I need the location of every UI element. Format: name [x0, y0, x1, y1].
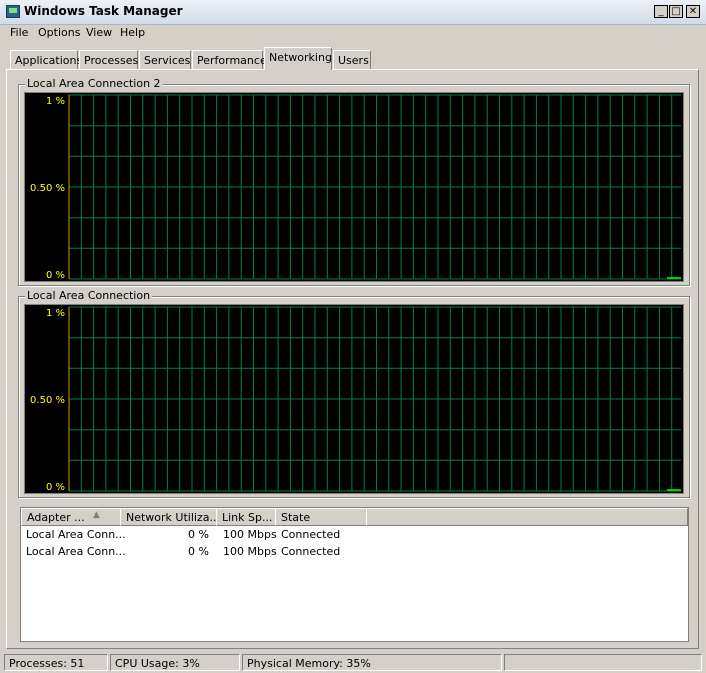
adapter-list[interactable]: Adapter ... ▲ Network Utiliza... Link Sp… — [20, 507, 689, 642]
menu-file[interactable]: File — [10, 26, 28, 39]
network-graph-connection-2: 1 % 0.50 % 0 % — [24, 92, 684, 282]
tab-networking[interactable]: Networking — [264, 47, 332, 70]
column-header-network-utilization[interactable]: Network Utiliza... — [120, 508, 217, 526]
y-axis-label: 1 % — [46, 308, 65, 319]
link-speed-cell: 100 Mbps — [223, 545, 277, 558]
menu-options[interactable]: Options — [38, 26, 80, 39]
tab-applications[interactable]: Applications — [10, 50, 82, 69]
menu-bar: File Options View Help — [0, 24, 706, 44]
column-header-link-speed[interactable]: Link Sp... — [216, 508, 276, 526]
status-bar: Processes: 51 CPU Usage: 3% Physical Mem… — [0, 652, 706, 673]
network-graph-connection: 1 % 0.50 % 0 % — [24, 304, 684, 494]
window-title: Windows Task Manager — [24, 4, 183, 18]
close-button[interactable]: ✕ — [686, 5, 700, 18]
utilization-cell: 0 % — [188, 528, 209, 541]
column-label-adapter: Adapter ... — [27, 511, 85, 524]
y-axis-label: 1 % — [46, 96, 65, 107]
sort-ascending-icon: ▲ — [93, 510, 100, 520]
y-axis-label: 0.50 % — [30, 395, 65, 406]
state-cell: Connected — [281, 528, 341, 541]
column-header-adapter[interactable]: Adapter ... ▲ — [21, 508, 121, 526]
maximize-button[interactable]: □ — [669, 5, 683, 18]
menu-help[interactable]: Help — [120, 26, 145, 39]
status-cpu-usage: CPU Usage: 3% — [110, 654, 240, 671]
y-axis-label: 0.50 % — [30, 183, 65, 194]
tab-performance[interactable]: Performance — [192, 50, 267, 69]
tab-processes[interactable]: Processes — [79, 50, 138, 69]
minimize-button[interactable]: _ — [654, 5, 668, 18]
y-axis-label: 0 % — [46, 270, 65, 281]
title-bar[interactable]: Windows Task Manager _ □ ✕ — [0, 0, 706, 25]
tab-users[interactable]: Users — [333, 50, 371, 69]
task-manager-app-icon — [6, 5, 20, 18]
tab-services[interactable]: Services — [139, 50, 191, 69]
utilization-cell: 0 % — [188, 545, 209, 558]
adapter-name-cell[interactable]: Local Area Conn... — [26, 528, 126, 541]
status-physical-memory: Physical Memory: 35% — [242, 654, 502, 671]
y-axis-label: 0 % — [46, 482, 65, 493]
menu-view[interactable]: View — [86, 26, 112, 39]
state-cell: Connected — [281, 545, 341, 558]
graph-canvas-connection: 1 % 0.50 % 0 % — [30, 306, 681, 493]
graph-canvas-connection-2: 1 % 0.50 % 0 % — [30, 94, 681, 281]
graph-title-connection-2: Local Area Connection 2 — [25, 77, 163, 90]
status-processes: Processes: 51 — [4, 654, 108, 671]
link-speed-cell: 100 Mbps — [223, 528, 277, 541]
status-empty — [504, 654, 702, 671]
adapter-name-cell[interactable]: Local Area Conn... — [26, 545, 126, 558]
graph-title-connection: Local Area Connection — [25, 289, 153, 302]
column-header-empty — [366, 508, 688, 526]
column-header-state[interactable]: State — [275, 508, 367, 526]
